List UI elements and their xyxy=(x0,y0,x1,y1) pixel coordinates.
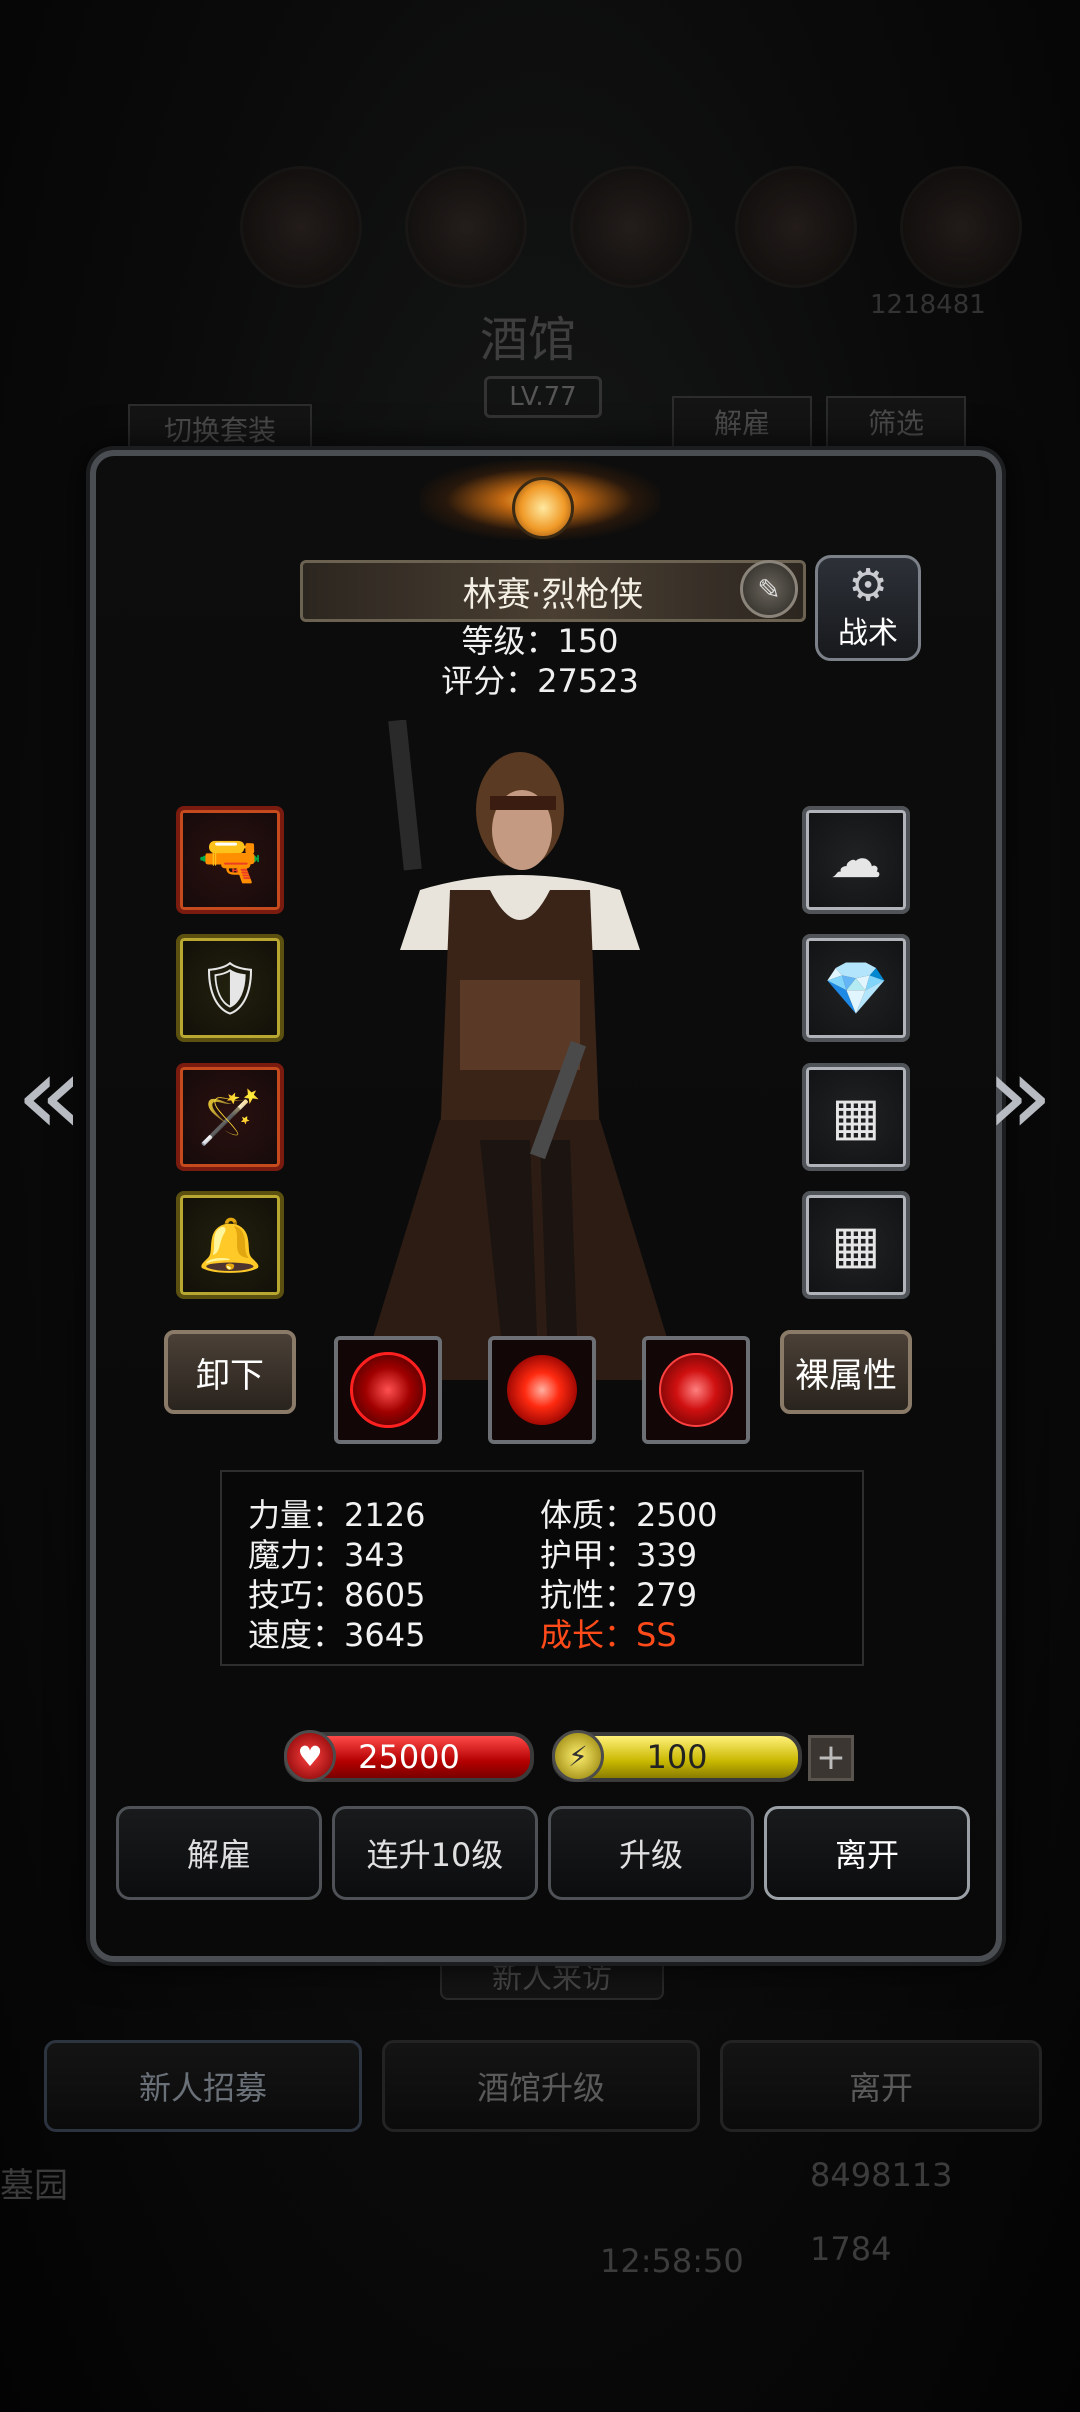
armor-icon[interactable]: 🛡 xyxy=(176,934,284,1042)
green-crystal-icon[interactable]: 💎 xyxy=(802,934,910,1042)
dismiss-button[interactable]: 解雇 xyxy=(116,1806,322,1900)
bg-menu-circle xyxy=(900,166,1022,288)
unequip-button[interactable]: 卸下 xyxy=(164,1330,296,1414)
bg-menu-circle xyxy=(570,166,692,288)
level-up-button[interactable]: 升级 xyxy=(548,1806,754,1900)
bg-tab-recruit[interactable]: 新人招募 xyxy=(44,2040,362,2132)
level-up-10-button[interactable]: 连升10级 xyxy=(332,1806,538,1900)
bg-hidden-number: 1218481 xyxy=(870,290,986,320)
equipment-glyph: ▦ xyxy=(831,1087,881,1147)
flintlock-pistol-icon[interactable]: 🔫 xyxy=(176,806,284,914)
lightning-icon: ⚡ xyxy=(552,1730,604,1782)
bg-menu-circle xyxy=(735,166,857,288)
bg-side-text: 墓园 xyxy=(0,2166,68,2206)
bell-icon[interactable]: 🔔 xyxy=(176,1191,284,1299)
equipment-glyph: 💎 xyxy=(823,958,889,1019)
heart-icon: ♥ xyxy=(284,1730,336,1782)
skill-crosshair-icon[interactable] xyxy=(334,1336,442,1444)
bg-tavern-level: LV.77 xyxy=(484,376,602,418)
hero-score: 评分：27523 xyxy=(441,662,639,700)
bg-clock: 12:58:50 xyxy=(600,2242,744,2280)
stat-speed: 速度：3645 xyxy=(248,1616,426,1654)
bg-tavern-title: 酒馆 xyxy=(480,312,577,368)
bg-dismiss-button[interactable]: 解雇 xyxy=(672,396,812,448)
stat-growth: 成长：SS xyxy=(540,1616,677,1654)
chainmail-icon[interactable]: ▦ xyxy=(802,1063,910,1171)
energy-value: 100 xyxy=(646,1738,708,1776)
cloud-amulet-icon[interactable]: ☁ xyxy=(802,806,910,914)
rename-edit-icon[interactable]: ✎ xyxy=(740,560,798,618)
equipment-glyph: 🔫 xyxy=(197,830,263,891)
bg-menu-circle xyxy=(240,166,362,288)
gear-icon: ⚙ xyxy=(848,560,888,611)
bg-gold-amount: 8498113 xyxy=(810,2156,953,2194)
bg-gem-amount: 1784 xyxy=(810,2230,892,2268)
previous-hero-arrow-icon[interactable]: « xyxy=(16,1040,83,1150)
hero-name-bar: 林赛·烈枪侠 xyxy=(300,560,806,622)
bg-tab-tavern-upgrade[interactable]: 酒馆升级 xyxy=(382,2040,700,2132)
hp-value: 25000 xyxy=(358,1738,460,1776)
bg-switch-outfit-button[interactable]: 切换套装 xyxy=(128,404,312,454)
hero-name: 林赛·烈枪侠 xyxy=(462,574,644,615)
bg-menu-circle xyxy=(405,166,527,288)
skill-target-icon[interactable] xyxy=(642,1336,750,1444)
sun-emblem-icon xyxy=(512,477,574,539)
equipment-glyph: 🪄 xyxy=(197,1087,263,1148)
equipment-glyph: 🛡 xyxy=(196,958,263,1019)
bg-filter-button[interactable]: 筛选 xyxy=(826,396,966,448)
equipment-glyph: ▦ xyxy=(831,1215,881,1275)
equipment-glyph: 🔔 xyxy=(197,1215,263,1276)
equipment-glyph: ☁ xyxy=(830,830,882,890)
leave-button[interactable]: 离开 xyxy=(764,1806,970,1900)
base-attributes-button[interactable]: 裸属性 xyxy=(780,1330,912,1414)
skill-swirl-icon[interactable] xyxy=(488,1336,596,1444)
add-energy-button[interactable]: + xyxy=(808,1735,854,1781)
bg-tab-leave[interactable]: 离开 xyxy=(720,2040,1042,2132)
hero-portrait xyxy=(360,720,680,1420)
chainmail-icon[interactable]: ▦ xyxy=(802,1191,910,1299)
next-hero-arrow-icon[interactable]: » xyxy=(986,1040,1053,1150)
wand-icon[interactable]: 🪄 xyxy=(176,1063,284,1171)
